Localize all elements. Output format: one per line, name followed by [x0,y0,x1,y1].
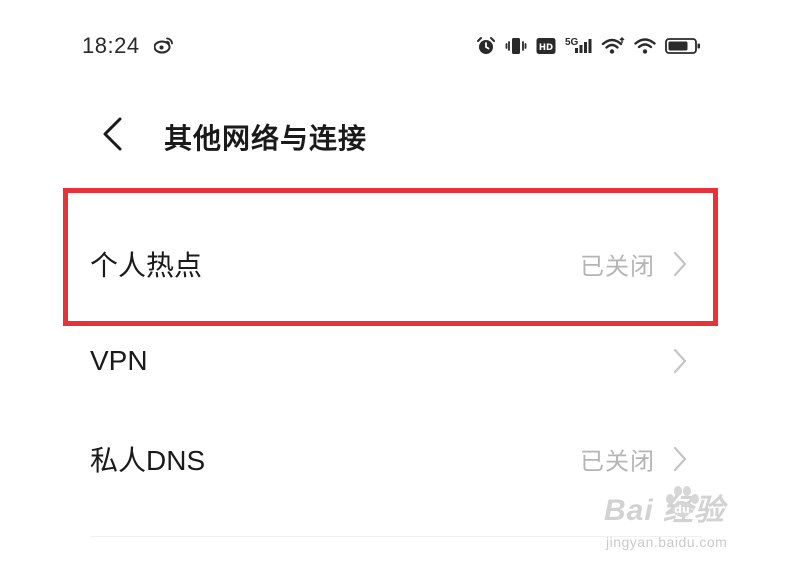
page-header: 其他网络与连接 [0,95,791,175]
page-title: 其他网络与连接 [164,123,368,154]
settings-item-value: 已关闭 [580,253,655,281]
status-icons: HD 5G [476,34,701,58]
settings-item-label: 私人DNS [90,445,206,476]
settings-item-label: 个人热点 [90,250,203,281]
battery-icon [665,38,701,54]
settings-item-value: 已关闭 [580,448,655,476]
hd-icon: HD [536,38,556,54]
vibrate-icon [505,38,527,54]
chevron-right-icon [673,251,687,277]
back-arrow-icon[interactable] [98,116,126,152]
chevron-right-icon [673,446,687,472]
status-bar: 18:24 HD 5G [0,0,791,95]
watermark: Bai 经验 du jingyan.baidu.com [604,485,784,555]
paw-icon: du [666,486,699,517]
settings-item-label: VPN [90,345,148,376]
status-time: 18:24 [82,33,140,58]
weibo-icon [154,37,173,54]
settings-item-personal-hotspot[interactable]: 个人热点 已关闭 [0,215,791,313]
alarm-icon [477,37,495,54]
svg-text:HD: HD [539,43,553,53]
chevron-right-icon [673,348,687,374]
watermark-url: jingyan.baidu.com [606,534,728,550]
settings-item-vpn[interactable]: VPN [0,312,791,410]
signal-5g-icon: 5G [565,38,592,53]
svg-text:du: du [674,503,690,516]
wifi-icon [634,38,657,54]
wifi-tether-icon [602,37,625,54]
